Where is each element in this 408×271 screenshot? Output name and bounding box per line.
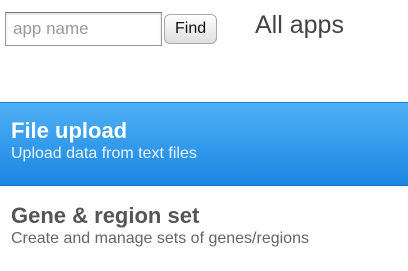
app-item-title: Gene & region set — [11, 203, 200, 228]
find-button[interactable]: Find — [164, 14, 218, 44]
app-item-file-upload[interactable]: File upload Upload data from text files — [0, 102, 408, 186]
app-item-description: Create and manage sets of genes/regions — [11, 230, 309, 247]
app-item-description: Upload data from text files — [11, 145, 197, 162]
app-item-gene-region-set[interactable]: Gene & region set Create and manage sets… — [0, 200, 408, 260]
search-bar: Find — [5, 12, 218, 46]
app-item-title: File upload — [11, 118, 128, 143]
app-browser: Find All apps File upload Upload data fr… — [0, 0, 408, 271]
app-search-input[interactable] — [5, 12, 162, 46]
all-apps-heading: All apps — [255, 11, 344, 39]
